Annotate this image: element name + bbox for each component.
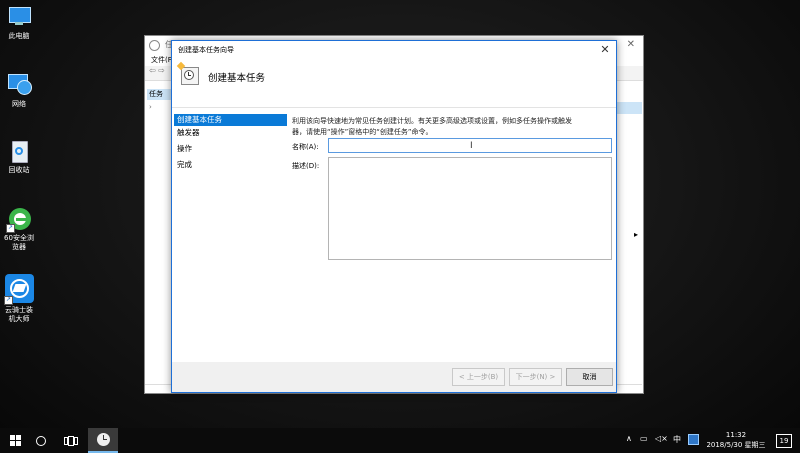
desktop-icon-label: 60安全浏览器 xyxy=(4,234,34,251)
header-divider xyxy=(172,107,616,108)
desktop-icon-recycle-bin[interactable]: 回收站 xyxy=(2,138,36,175)
button-bar: < 上一步(B) 下一步(N) > 取消 xyxy=(172,362,616,392)
page-heading: 创建基本任务 xyxy=(208,73,266,84)
network-status-icon[interactable]: ▭ xyxy=(640,434,648,443)
notification-count: 19 xyxy=(779,437,789,445)
tree-item-label: 任务 xyxy=(149,90,163,98)
task-wizard-icon xyxy=(176,61,199,85)
step-trigger[interactable]: 触发器 xyxy=(174,127,287,139)
chevron-up-icon[interactable]: ∧ xyxy=(626,434,632,443)
actions-header xyxy=(615,102,642,114)
dialog-title: 创建基本任务向导 xyxy=(178,46,234,54)
desktop-icon-network[interactable]: 网络 xyxy=(2,72,36,109)
back-arrow-icon[interactable]: ⇦ xyxy=(149,66,156,75)
task-view-button[interactable] xyxy=(56,428,86,453)
wizard-description: 利用该向导快速地为常见任务创建计划。有关更多高级选项或设置，例如多任务操作或触发… xyxy=(292,117,572,136)
step-finish[interactable]: 完成 xyxy=(174,159,287,171)
search-button[interactable] xyxy=(26,428,56,453)
step-create-basic-task[interactable]: 创建基本任务 xyxy=(174,114,287,126)
next-button[interactable]: 下一步(N) > xyxy=(509,368,562,386)
desktop-icon-label: 回收站 xyxy=(8,166,30,174)
desktop-icon-label: 网络 xyxy=(12,100,26,108)
windows-icon xyxy=(9,435,21,446)
browser-icon: ↗ xyxy=(6,206,32,233)
name-label: 名称(A): xyxy=(292,143,319,151)
expand-arrow-icon[interactable]: ▸ xyxy=(634,230,638,239)
description-textarea[interactable] xyxy=(328,157,612,260)
clock[interactable]: 11:32 2018/5/30 星期三 xyxy=(706,430,766,450)
close-icon[interactable]: ✕ xyxy=(598,43,612,57)
volume-muted-icon[interactable]: ◁× xyxy=(655,434,668,443)
computer-icon xyxy=(6,4,32,30)
forward-arrow-icon[interactable]: ⇨ xyxy=(158,66,165,75)
text-cursor-icon: I xyxy=(470,141,473,151)
description-label: 描述(D): xyxy=(292,162,320,170)
cancel-button[interactable]: 取消 xyxy=(566,368,613,386)
date-text: 2018/5/30 星期三 xyxy=(706,441,766,449)
user-icon[interactable] xyxy=(688,434,699,445)
cortana-icon xyxy=(36,435,46,446)
clock-icon xyxy=(149,40,160,51)
action-center-icon[interactable]: 19 xyxy=(776,434,792,448)
desktop-icon-label: 此电脑 xyxy=(8,32,30,40)
yunqishi-icon: ↗ xyxy=(4,274,34,305)
desktop-icon-yunqishi[interactable]: ↗ 云骑士装机大师 xyxy=(2,274,36,324)
create-basic-task-dialog[interactable]: 创建基本任务向导 ✕ 创建基本任务 创建基本任务 触发器 操作 完成 利用该向导… xyxy=(171,40,617,393)
expand-chevron-icon[interactable]: › xyxy=(149,103,152,111)
desktop-icon-360-browser[interactable]: ↗ 60安全浏览器 xyxy=(2,206,36,252)
desktop-icon-label: 云骑士装机大师 xyxy=(5,306,33,323)
recycle-bin-icon xyxy=(6,138,32,164)
taskbar-app-task-scheduler[interactable] xyxy=(88,428,118,453)
ime-indicator[interactable]: 中 xyxy=(673,434,681,445)
step-action[interactable]: 操作 xyxy=(174,143,287,155)
taskbar: ∧ ▭ ◁× 中 11:32 2018/5/30 星期三 19 xyxy=(0,428,800,453)
time-text: 11:32 xyxy=(725,431,747,439)
back-button[interactable]: < 上一步(B) xyxy=(452,368,505,386)
tree-item-task[interactable]: 任务 xyxy=(147,89,173,100)
close-icon[interactable]: ✕ xyxy=(627,39,635,50)
desktop-icon-this-pc[interactable]: 此电脑 xyxy=(2,4,36,41)
task-view-icon xyxy=(64,435,78,446)
clock-icon xyxy=(96,433,110,446)
network-icon xyxy=(6,72,32,98)
